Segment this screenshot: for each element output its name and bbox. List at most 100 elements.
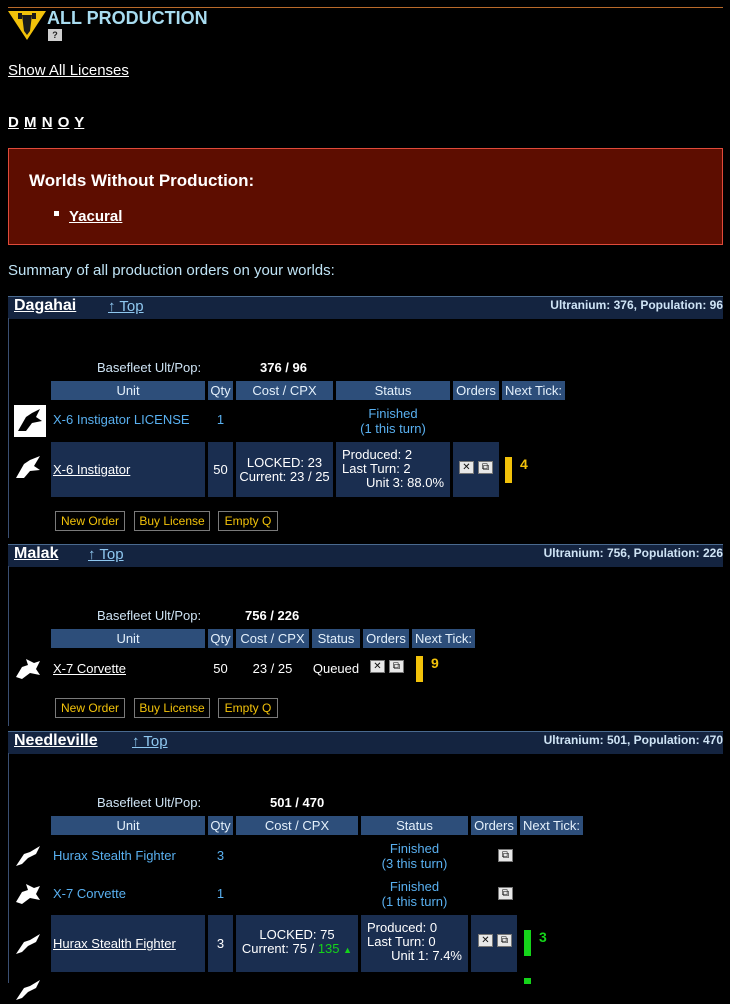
new-order-button[interactable]: New Order [55,511,125,531]
cost-lines: LOCKED: 75 Current: 75 / 135 ▲ [236,928,358,957]
buy-license-button[interactable]: Buy License [134,511,210,531]
next-tick-bar [524,978,531,984]
last-turn: Last Turn: 2 [342,461,411,476]
status-value: Queued [312,661,360,676]
unit-link[interactable]: Hurax Stealth Fighter [53,936,176,951]
col-cost: Cost / CPX [236,816,358,835]
help-icon[interactable]: ? [48,29,62,41]
index-letter-o[interactable]: O [58,114,70,131]
col-next-tick: Next Tick: [412,629,475,648]
next-tick-bar [505,457,512,483]
col-unit: Unit [51,381,205,400]
production-lines: Produced: 2 Last Turn: 2 Unit 3: 88.0% [342,448,444,490]
basefleet-label: Basefleet Ult/Pop: [97,360,202,375]
col-cost: Cost / CPX [236,629,309,648]
col-unit: Unit [51,816,205,835]
world-name[interactable]: Needleville [14,732,98,750]
basefleet-label: Basefleet Ult/Pop: [97,795,202,810]
status-cell: Finished (1 this turn) [336,406,450,436]
col-status: Status [312,629,360,648]
show-all-licenses-link[interactable]: Show All Licenses [8,62,129,79]
ship-icon [16,846,40,866]
next-tick-value: 3 [539,929,547,945]
col-orders: Orders [363,629,409,648]
status-cell: Finished (3 this turn) [361,841,468,871]
cancel-order-icon[interactable]: ✕ [459,461,474,474]
produced: Produced: 0 [367,920,438,935]
unit-link[interactable]: X-7 Corvette [53,886,126,901]
faction-logo-icon [8,11,46,40]
basefleet-label: Basefleet Ult/Pop: [97,608,202,623]
produced: Produced: 2 [342,447,413,462]
col-status: Status [361,816,468,835]
qty-value: 3 [216,848,225,863]
copy-order-icon[interactable]: ⧉ [389,660,404,673]
qty-value: 1 [216,412,225,427]
cancel-order-icon[interactable]: ✕ [478,934,493,947]
col-next-tick: Next Tick: [502,381,565,400]
top-link[interactable]: ↑ Top [132,733,168,750]
unit-link[interactable]: X-6 Instigator LICENSE [53,412,190,427]
cancel-order-icon[interactable]: ✕ [370,660,385,673]
qty-value: 50 [213,462,228,477]
bullet [54,211,59,216]
top-link[interactable]: ↑ Top [108,298,144,315]
empty-queue-button[interactable]: Empty Q [218,511,278,531]
new-order-button[interactable]: New Order [55,698,125,718]
world-header-dagahai: Dagahai ↑ Top Ultranium: 376, Population… [8,296,723,319]
index-letter-n[interactable]: N [42,114,53,131]
cost-current-cpx: 135 [317,941,340,956]
cost-locked: LOCKED: 23 [246,455,323,470]
cost-current: Current: 75 / 135 ▲ [236,942,358,957]
world-stats: Ultranium: 756, Population: 226 [543,546,723,560]
index-letter-y[interactable]: Y [74,114,84,131]
summary-text: Summary of all production orders on your… [8,262,335,279]
unit-link[interactable]: Hurax Stealth Fighter [53,848,176,863]
copy-order-icon[interactable]: ⧉ [478,461,493,474]
index-letter-d[interactable]: D [8,114,19,131]
section-border [8,566,9,726]
status-line: (3 this turn) [381,856,448,871]
copy-order-icon[interactable]: ⧉ [497,934,512,947]
unit-progress: Unit 1: 7.4% [391,948,462,963]
copy-order-icon[interactable]: ⧉ [498,887,513,900]
world-header-malak: Malak ↑ Top Ultranium: 756, Population: … [8,544,723,567]
top-link[interactable]: ↑ Top [88,546,124,563]
basefleet-value: 376 / 96 [260,360,307,375]
section-border [8,318,9,538]
col-qty: Qty [208,629,233,648]
buy-license-button[interactable]: Buy License [134,698,210,718]
next-tick-bar [524,930,531,956]
ship-icon [16,980,40,1000]
copy-order-icon[interactable]: ⧉ [498,849,513,862]
col-cost: Cost / CPX [236,381,333,400]
panel-heading: Worlds Without Production: [29,171,255,190]
index-letter-m[interactable]: M [24,114,37,131]
unit-progress: Unit 3: 88.0% [365,475,444,490]
page-title: ALL PRODUCTION [47,8,208,28]
unit-link[interactable]: X-7 Corvette [53,661,126,676]
unit-link[interactable]: X-6 Instigator [53,462,130,477]
next-tick-value: 9 [431,655,439,671]
world-name[interactable]: Dagahai [14,297,76,315]
last-turn: Last Turn: 0 [367,934,436,949]
production-lines: Produced: 0 Last Turn: 0 Unit 1: 7.4% [367,921,462,963]
worlds-without-production-panel: Worlds Without Production: Yacural [8,148,723,245]
cost-current-label: Current: 75 / [241,941,315,956]
next-tick-value: 4 [520,456,528,472]
world-name[interactable]: Malak [14,545,58,563]
ship-license-icon [14,405,46,437]
ship-icon [16,456,40,478]
world-header-needleville: Needleville ↑ Top Ultranium: 501, Popula… [8,731,723,754]
ship-icon [16,934,40,954]
col-orders: Orders [453,381,499,400]
col-orders: Orders [471,816,517,835]
empty-queue-button[interactable]: Empty Q [218,698,278,718]
col-unit: Unit [51,629,205,648]
basefleet-value: 756 / 226 [245,608,300,623]
basefleet-value: 501 / 470 [270,795,325,810]
world-link-yacural[interactable]: Yacural [69,208,122,225]
cost-locked: LOCKED: 75 [259,927,335,942]
ship-icon [16,659,40,679]
col-status: Status [336,381,450,400]
